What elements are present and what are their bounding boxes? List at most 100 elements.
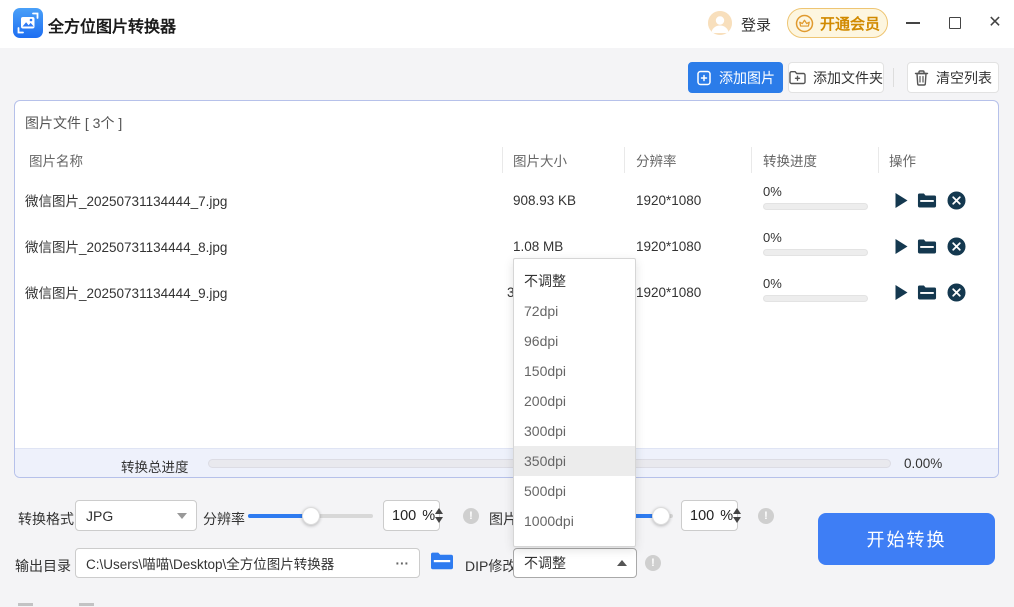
vip-label: 开通会员 (820, 13, 880, 34)
play-button[interactable] (891, 191, 911, 210)
play-button[interactable] (891, 237, 911, 256)
dpi-option[interactable]: 300dpi (514, 416, 635, 446)
percent-sign: % (422, 508, 435, 524)
login-button[interactable]: 登录 (741, 14, 771, 35)
dip-value: 不调整 (514, 553, 617, 573)
spinner-up-icon[interactable] (733, 508, 741, 514)
dpi-option[interactable]: 200dpi (514, 386, 635, 416)
output-path-value: C:\Users\喵喵\Desktop\全方位图片转换器 (76, 553, 396, 573)
format-label: 转换格式 (18, 509, 74, 529)
add-image-icon (696, 70, 712, 86)
vip-button[interactable]: 开通会员 (787, 8, 888, 38)
dip-select[interactable]: 不调整 (513, 548, 637, 578)
maximize-button[interactable] (941, 9, 969, 37)
clear-list-label: 清空列表 (936, 68, 992, 88)
close-icon: ✕ (988, 15, 1001, 31)
minimize-button[interactable] (899, 9, 927, 37)
title-bar: 全方位图片转换器 登录 开通会员 ✕ (0, 0, 1014, 48)
column-header-resolution: 分辨率 (636, 147, 677, 173)
dpi-option[interactable]: 350dpi (514, 446, 635, 476)
total-progress-label: 转换总进度 (121, 456, 189, 476)
dpi-option[interactable]: 1000dpi (514, 506, 635, 536)
dpi-option[interactable]: 150dpi (514, 356, 635, 386)
column-divider (502, 147, 503, 173)
progress-percent-label: 0% (763, 230, 870, 245)
file-resolution: 1920*1080 (636, 182, 701, 218)
open-folder-button[interactable] (917, 237, 937, 256)
file-progress: 0% (763, 230, 870, 256)
quality-slider-thumb[interactable] (652, 507, 670, 525)
quality-percent-spinner[interactable]: 100 % (681, 500, 738, 531)
spinner-down-icon[interactable] (435, 517, 443, 523)
output-dir-label: 输出目录 (15, 556, 71, 576)
total-progress-value: 0.00% (904, 456, 942, 471)
file-name: 微信图片_20250731134444_8.jpg (25, 228, 227, 264)
dpi-option[interactable]: 500dpi (514, 476, 635, 506)
toolbar-divider (893, 68, 894, 87)
maximize-icon (949, 17, 961, 29)
resolution-label: 分辨率 (203, 509, 245, 529)
percent-sign: % (720, 508, 733, 524)
file-name: 微信图片_20250731134444_7.jpg (25, 182, 227, 218)
file-size: 908.93 KB (513, 182, 576, 218)
total-progress-strip: 转换总进度 0.00% (15, 448, 998, 477)
column-header-name: 图片名称 (29, 147, 83, 173)
file-name: 微信图片_20250731134444_9.jpg (25, 274, 227, 310)
table-row[interactable]: 微信图片_20250731134444_8.jpg 1.08 MB 1920*1… (15, 228, 998, 264)
column-header-size: 图片大小 (513, 147, 567, 173)
output-path-field[interactable]: C:\Users\喵喵\Desktop\全方位图片转换器 ··· (75, 548, 420, 578)
minimize-icon (906, 22, 920, 24)
table-row[interactable]: 微信图片_20250731134444_7.jpg 908.93 KB 1920… (15, 182, 998, 218)
dpi-option[interactable]: 不调整 (514, 266, 635, 296)
close-button[interactable]: ✕ (981, 9, 1009, 37)
remove-file-button[interactable] (946, 237, 966, 256)
chevron-down-icon (177, 513, 187, 519)
quality-percent-value: 100 (682, 508, 714, 524)
file-list-panel: 图片文件 [ 3个 ] 图片名称 图片大小 分辨率 转换进度 操作 微信图片_2… (14, 100, 999, 478)
file-progress: 0% (763, 184, 870, 210)
browse-button[interactable]: ··· (396, 556, 420, 571)
add-folder-button[interactable]: 添加文件夹 (788, 62, 884, 93)
add-image-button[interactable]: 添加图片 (688, 62, 783, 93)
add-folder-icon (789, 70, 806, 85)
column-header-progress: 转换进度 (763, 147, 817, 173)
spinner-up-icon[interactable] (435, 508, 443, 514)
spinner-down-icon[interactable] (733, 517, 741, 523)
app-logo-icon (13, 8, 43, 38)
resolution-percent-spinner[interactable]: 100 % (383, 500, 440, 531)
spinner-arrows[interactable] (435, 508, 443, 523)
dpi-option[interactable]: 72dpi (514, 296, 635, 326)
column-divider (751, 147, 752, 173)
dpi-dropdown-menu: 不调整 72dpi 96dpi 150dpi 200dpi 300dpi 350… (513, 258, 636, 547)
file-resolution: 1920*1080 (636, 274, 701, 310)
file-progress: 0% (763, 276, 870, 302)
clear-list-button[interactable]: 清空列表 (907, 62, 999, 93)
progress-bar (763, 203, 868, 210)
progress-percent-label: 0% (763, 184, 870, 199)
add-folder-label: 添加文件夹 (813, 68, 883, 88)
open-folder-button[interactable] (917, 191, 937, 210)
quality-info-icon[interactable]: ! (758, 508, 774, 524)
progress-bar (763, 295, 868, 302)
add-image-label: 添加图片 (719, 68, 775, 88)
start-convert-button[interactable]: 开始转换 (818, 513, 995, 565)
remove-file-button[interactable] (946, 283, 966, 302)
table-row[interactable]: 微信图片_20250731134444_9.jpg 3 1920*1080 0% (15, 274, 998, 310)
dpi-option[interactable]: 96dpi (514, 326, 635, 356)
cutoff-text-fragment (18, 603, 33, 606)
resolution-info-icon[interactable]: ! (463, 508, 479, 524)
format-value: JPG (76, 508, 177, 524)
spinner-arrows[interactable] (733, 508, 741, 523)
dip-info-icon[interactable]: ! (645, 555, 661, 571)
resolution-slider-thumb[interactable] (302, 507, 320, 525)
play-button[interactable] (891, 283, 911, 302)
file-resolution: 1920*1080 (636, 228, 701, 264)
chevron-up-icon (617, 560, 627, 566)
remove-file-button[interactable] (946, 191, 966, 210)
open-folder-button[interactable] (917, 283, 937, 302)
avatar[interactable] (708, 11, 732, 35)
format-select[interactable]: JPG (75, 500, 197, 531)
output-folder-icon[interactable] (430, 551, 454, 576)
progress-percent-label: 0% (763, 276, 870, 291)
file-panel-title: 图片文件 [ 3个 ] (25, 113, 122, 133)
